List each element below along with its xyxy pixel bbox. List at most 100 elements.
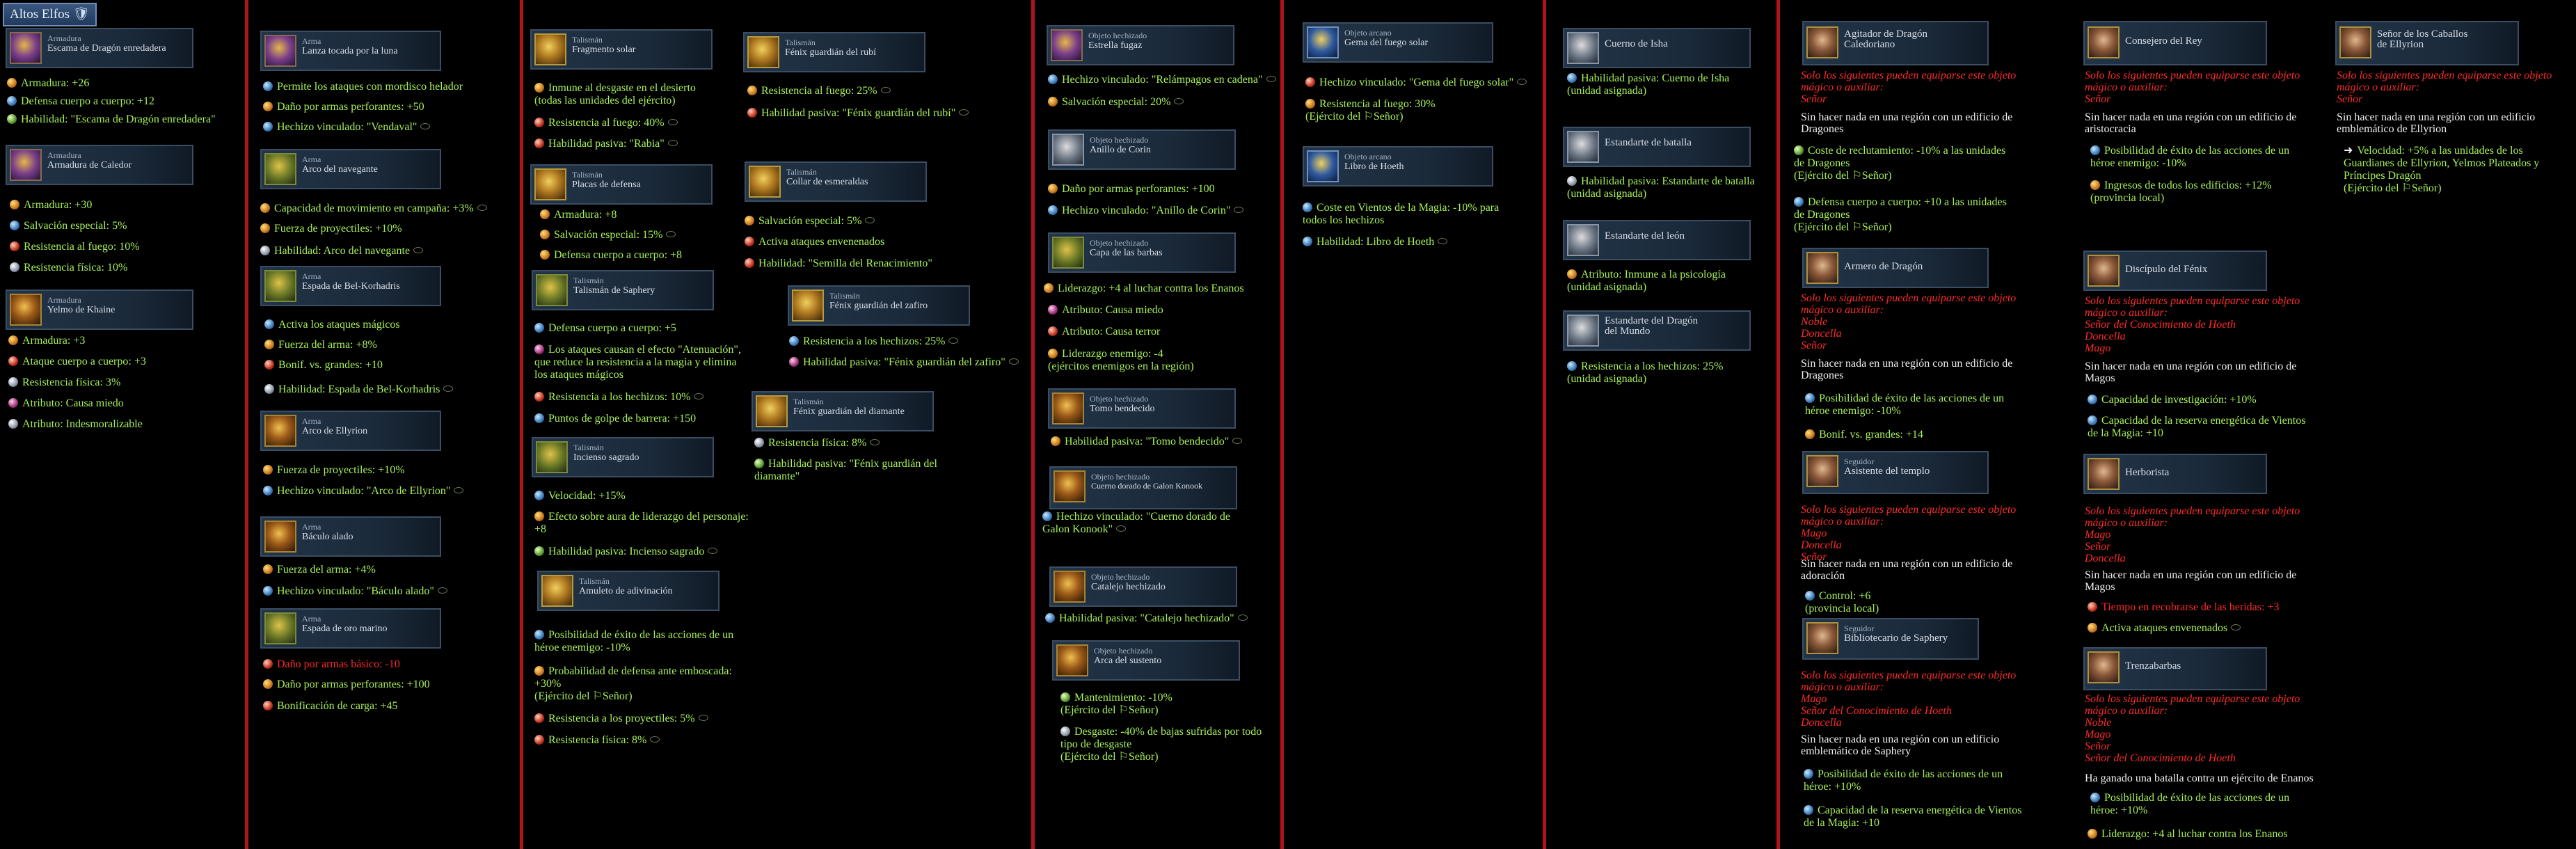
eye-icon[interactable] <box>708 548 718 554</box>
equip-restriction: Solo los siguientes pueden equiparse est… <box>2085 693 2300 764</box>
stat-icon <box>264 360 274 370</box>
stat-line: Posibilidad de éxito de las acciones de … <box>1805 392 2005 417</box>
follower-card[interactable]: Señor de los Caballos de Ellyrion <box>2335 21 2519 65</box>
eye-icon[interactable] <box>667 140 678 146</box>
necklace-icon <box>749 166 781 198</box>
stat-line: Habilidad: "Escama de Dragón enredadera" <box>7 113 216 126</box>
item-card[interactable]: Talismán Fragmento solar <box>530 29 713 70</box>
follower-card[interactable]: Consejero del Rey <box>2083 21 2267 65</box>
item-card[interactable]: Objeto hechizado Cuerno dorado de Galon K… <box>1049 466 1237 509</box>
banner-card[interactable]: Cuerno de Isha <box>1563 28 1751 68</box>
item-card[interactable]: Objeto hechizado Anillo de Corin <box>1048 129 1236 170</box>
eye-icon[interactable] <box>1237 614 1248 621</box>
eye-icon[interactable] <box>948 338 959 344</box>
item-card[interactable]: Talismán Placas de defensa <box>530 164 713 205</box>
follower-card[interactable]: Armero de Dragón <box>1802 248 1989 288</box>
eye-icon[interactable] <box>698 715 708 721</box>
item-card[interactable]: Talismán Amuleto de adivinación <box>537 571 719 611</box>
follower-card[interactable]: Agitador de Dragón Caledoriano <box>1802 21 1989 65</box>
item-card[interactable]: Objeto hechizado Tomo bendecido <box>1048 388 1236 429</box>
item-card[interactable]: Objeto hechizado Estrella fugaz <box>1047 25 1234 65</box>
stat-icon <box>8 356 18 366</box>
eye-icon[interactable] <box>437 587 447 594</box>
eye-icon[interactable] <box>870 439 880 445</box>
amulet-icon <box>541 575 573 607</box>
eye-icon[interactable] <box>1438 238 1448 244</box>
stat-icon <box>2090 180 2100 190</box>
item-card[interactable]: Talismán Incienso sagrado <box>532 437 714 477</box>
stat-line: Habilidad: "Semilla del Renacimiento" <box>745 257 932 270</box>
item-card[interactable]: Talismán Talismán de Saphery <box>532 270 714 310</box>
stat-icon <box>10 200 19 209</box>
item-card[interactable]: Talismán Fénix guardián del rubí <box>743 32 925 72</box>
eye-icon[interactable] <box>2231 624 2241 630</box>
eye-icon[interactable] <box>413 247 424 253</box>
eye-icon[interactable] <box>1174 98 1184 104</box>
follower-card[interactable]: Herborista <box>2083 454 2267 494</box>
stat-line: Los ataques causan el efecto "Atenuación… <box>534 344 741 381</box>
eye-icon[interactable] <box>880 87 891 93</box>
item-kind: Arma <box>302 614 321 624</box>
follower-card[interactable]: Seguidor Bibliotecario de Saphery <box>1802 618 1979 660</box>
item-card[interactable]: Armadura Escama de Dragón enredadera <box>6 28 193 68</box>
stat-icon <box>8 335 18 345</box>
item-card[interactable]: Talismán Fénix guardián del zafiro <box>788 285 970 326</box>
item-card[interactable]: Objeto hechizado Capa de las barbas <box>1048 232 1236 273</box>
item-card[interactable]: Objeto arcano Libro de Hoeth <box>1303 146 1493 187</box>
sword-icon <box>264 612 296 644</box>
acquire-condition: Sin hacer nada en una región con un edif… <box>2085 569 2297 593</box>
eye-icon[interactable] <box>1232 438 1243 444</box>
eye-icon[interactable] <box>1234 207 1244 213</box>
eye-icon[interactable] <box>420 123 431 129</box>
stat-line: Resistencia a los proyectiles: 5% <box>534 713 708 725</box>
item-card[interactable]: Arma Espada de oro marino <box>260 608 441 649</box>
eye-icon[interactable] <box>666 231 676 237</box>
stat-line: Probabilidad de defensa ante emboscada: … <box>534 665 732 702</box>
eye-icon[interactable] <box>477 205 487 211</box>
stat-icon <box>1048 205 1058 215</box>
stat-icon <box>540 209 550 219</box>
follower-card[interactable]: Discípulo del Fénix <box>2083 251 2267 291</box>
stat-line: Control: +6 (provincia local) <box>1805 590 1879 614</box>
eye-icon[interactable] <box>865 217 875 223</box>
eye-icon[interactable] <box>1116 525 1127 532</box>
eye-icon[interactable] <box>650 736 660 743</box>
banner-card[interactable]: Estandarte del león <box>1563 220 1751 260</box>
item-name: Báculo alado <box>302 532 353 542</box>
eye-icon[interactable] <box>1517 79 1527 85</box>
item-card[interactable]: Talismán Collar de esmeraldas <box>745 161 927 202</box>
eye-icon[interactable] <box>1266 76 1276 82</box>
stat-icon <box>534 413 544 423</box>
item-card[interactable]: Armadura Armadura de Caledor <box>6 145 193 185</box>
eye-icon[interactable] <box>454 487 464 493</box>
item-card[interactable]: Armadura Yelmo de Khaine <box>6 289 193 330</box>
item-kind: Arma <box>302 271 321 281</box>
item-card[interactable]: Objeto arcano Gema del fuego solar <box>1303 22 1493 63</box>
item-card[interactable]: Objeto hechizado Catalejo hechizado <box>1049 566 1237 607</box>
stat-icon <box>263 564 273 574</box>
eye-icon[interactable] <box>443 386 454 392</box>
item-card[interactable]: Objeto hechizado Arca del sustento <box>1052 640 1240 681</box>
stat-icon <box>260 203 270 213</box>
stat-icon <box>2088 623 2097 633</box>
stat-icon <box>2090 793 2100 802</box>
eye-icon[interactable] <box>1008 358 1019 365</box>
follower-card[interactable]: Trenzabarbas <box>2083 647 2267 690</box>
eye-icon[interactable] <box>667 119 678 125</box>
banner-card[interactable]: Estandarte del Dragón del Mundo <box>1563 310 1751 351</box>
stat-icon <box>2088 602 2097 612</box>
banner-card[interactable]: Estandarte de batalla <box>1563 127 1751 167</box>
eye-icon[interactable] <box>694 393 704 399</box>
item-card[interactable]: Arma Arco de Ellyrion <box>260 411 441 451</box>
stat-line: Liderazgo: +4 al luchar contra los Enano… <box>2088 828 2288 841</box>
eye-icon[interactable] <box>959 109 969 116</box>
follower-card[interactable]: Seguidor Asistente del templo <box>1802 451 1989 494</box>
item-card[interactable]: Arma Báculo alado <box>260 516 441 557</box>
item-name: Capa de las barbas <box>1090 248 1163 258</box>
item-card[interactable]: Arma Lanza tocada por la luna <box>260 31 441 71</box>
item-card[interactable]: Talismán Fénix guardián del diamante <box>752 391 934 431</box>
item-card[interactable]: Arma Arco del navegante <box>260 149 441 189</box>
item-kind: Arma <box>302 154 321 164</box>
helmet-icon <box>10 294 42 326</box>
item-card[interactable]: Arma Espada de Bel-Korhadris <box>260 266 441 306</box>
